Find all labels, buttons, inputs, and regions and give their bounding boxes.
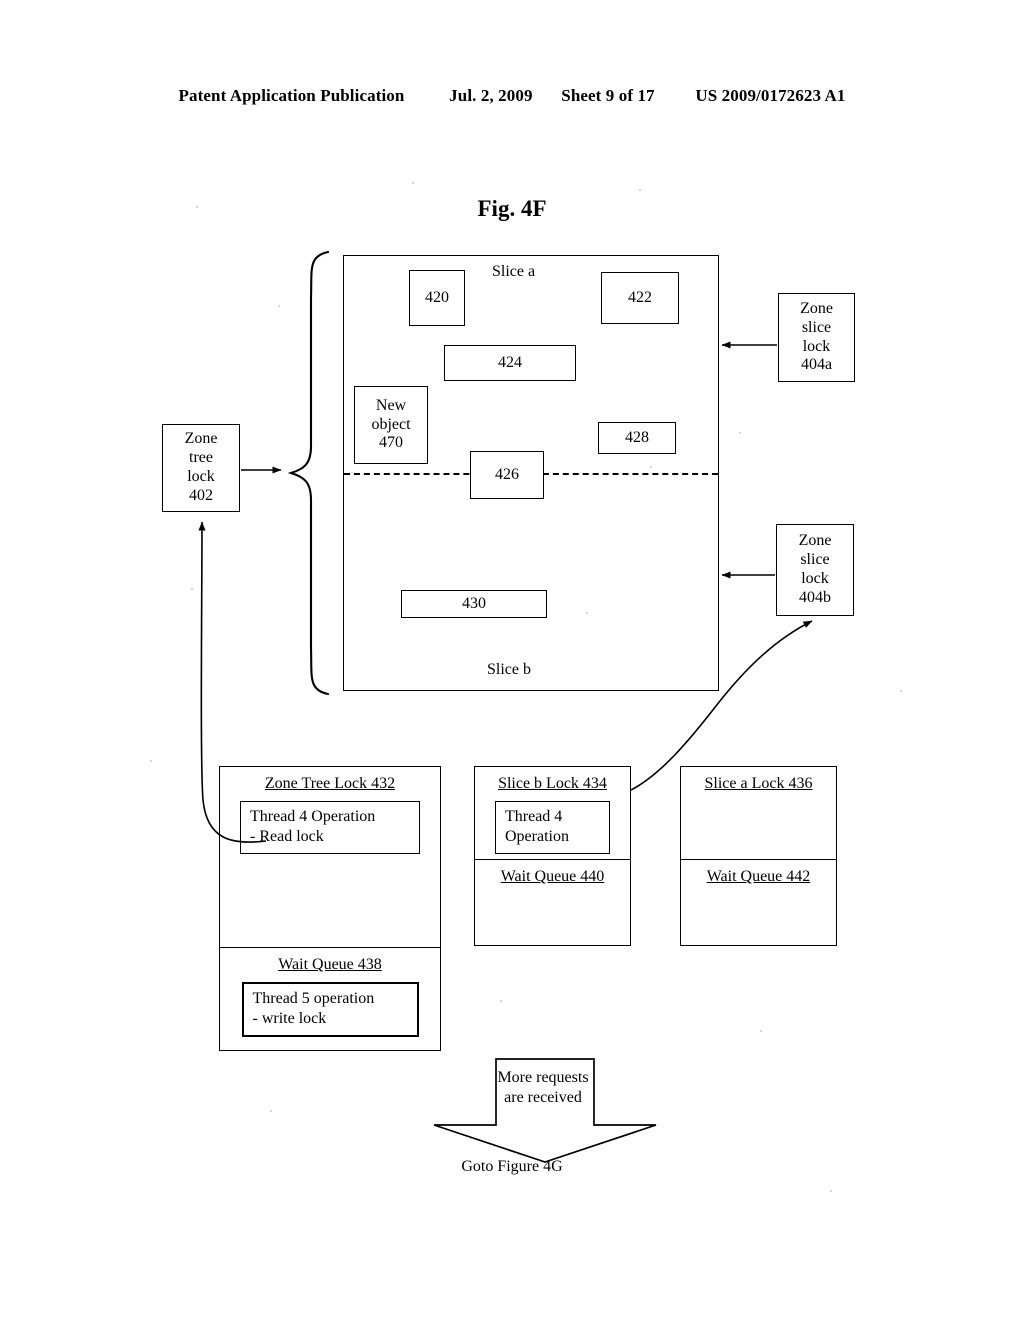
scan-speckle	[278, 305, 280, 307]
header-patent-number: US 2009/0172623 A1	[695, 86, 846, 105]
zone-slice-lock-404b-box: Zone slice lock 404b	[776, 524, 854, 616]
zone-slice-lock-a-line-4: 404a	[800, 356, 833, 374]
slice-a-lock-436-wait-queue-section: Wait Queue 442	[681, 859, 836, 947]
new-object-line-3: 470	[379, 434, 403, 452]
zone-tree-lock-432-wait-queue-section: Wait Queue 438 Thread 5 operation - writ…	[220, 947, 440, 1052]
slice-a-lock-436-holder-section: Slice a Lock 436	[681, 767, 836, 859]
slice-b-label: Slice b	[487, 661, 531, 678]
wait-queue-438-entry: Thread 5 operation - write lock	[241, 982, 419, 1038]
zone-slice-lock-404a-box: Zone slice lock 404a	[778, 293, 855, 382]
scan-speckle	[830, 1190, 832, 1192]
scan-speckle	[191, 588, 193, 590]
node-430: 430	[401, 590, 547, 618]
node-420: 420	[409, 270, 465, 326]
node-426: 426	[470, 451, 544, 499]
scan-speckle	[150, 760, 152, 762]
wait-queue-438-title: Wait Queue 438	[278, 956, 382, 973]
zone-tree-lock-line-4: 402	[189, 486, 213, 504]
header-date: Jul. 2, 2009	[449, 86, 533, 105]
scan-speckle	[196, 206, 198, 208]
goto-figure-4g-label: Goto Figure 4G	[461, 1158, 563, 1175]
scan-speckle	[900, 690, 902, 692]
zone-slice-lock-a-line-2: slice	[801, 318, 832, 336]
scan-speckle	[586, 612, 588, 614]
node-428: 428	[598, 422, 676, 454]
more-requests-line-1: More requests	[497, 1069, 589, 1086]
wait-entry-line-2: - write lock	[252, 1010, 327, 1028]
header-sheet: Sheet 9 of 17	[561, 86, 655, 105]
header-publication: Patent Application Publication	[178, 86, 405, 105]
zone-slice-lock-b-line-3: lock	[801, 570, 829, 587]
new-object-line-2: object	[371, 415, 411, 433]
zone-tree-lock-line-3: lock	[187, 468, 215, 485]
holder-line-2: - Read lock	[250, 828, 324, 846]
slice-b-lock-434-wait-queue-section: Wait Queue 440	[475, 859, 630, 947]
scan-speckle	[500, 1000, 502, 1002]
scan-speckle	[760, 1030, 762, 1032]
page-header: Patent Application Publication Jul. 2, 2…	[0, 86, 1024, 106]
slice-a-label: Slice a	[492, 263, 536, 280]
slice-b-lock-434-title: Slice b Lock 434	[498, 775, 607, 792]
zone-slice-lock-a-line-1: Zone	[800, 299, 833, 317]
new-object-line-1: New	[375, 396, 407, 414]
figure-title: Fig. 4F	[477, 196, 547, 221]
scan-speckle	[650, 466, 652, 468]
zone-tree-lock-432-table: Zone Tree Lock 432 Thread 4 Operation - …	[219, 766, 441, 1051]
new-object-470-box: New object 470	[354, 386, 428, 464]
slice-a-lock-436-title: Slice a Lock 436	[704, 775, 813, 792]
zone-tree-lock-line-2: tree	[189, 449, 213, 467]
slice-a-lock-436-table: Slice a Lock 436 Wait Queue 442	[680, 766, 837, 946]
zone-tree-lock-402-box: Zone tree lock 402	[162, 424, 240, 512]
scan-speckle	[412, 182, 414, 184]
holder-line-2: Operation	[505, 828, 569, 846]
zone-slice-lock-b-line-4: 404b	[799, 588, 831, 606]
scan-speckle	[270, 1110, 272, 1112]
zone-slice-lock-a-line-3: lock	[802, 337, 831, 355]
wait-entry-line-1: Thread 5 operation	[252, 990, 375, 1007]
scan-speckle	[739, 432, 741, 434]
slice-b-lock-434-holder-entry: Thread 4 Operation	[495, 801, 610, 855]
zone-grouping-brace	[288, 250, 330, 696]
zone-tree-lock-432-holder-entry: Thread 4 Operation - Read lock	[240, 801, 420, 855]
scan-speckle	[639, 189, 641, 191]
node-422: 422	[601, 272, 679, 324]
holder-line-1: Thread 4	[505, 808, 563, 825]
more-requests-label: More requests are received	[478, 1068, 608, 1109]
holder-line-1: Thread 4 Operation	[250, 808, 376, 825]
wait-queue-440-title: Wait Queue 440	[500, 868, 605, 885]
zone-slice-lock-b-line-1: Zone	[798, 532, 832, 550]
zone-tree-lock-432-holder-section: Zone Tree Lock 432 Thread 4 Operation - …	[220, 767, 440, 947]
more-requests-line-2: are received	[504, 1089, 582, 1107]
slice-b-lock-434-holder-section: Slice b Lock 434 Thread 4 Operation	[475, 767, 630, 859]
node-424: 424	[444, 345, 576, 381]
zone-tree-lock-432-title: Zone Tree Lock 432	[264, 775, 396, 792]
zone-tree-lock-line-1: Zone	[184, 430, 218, 448]
wait-queue-442-title: Wait Queue 442	[706, 868, 811, 885]
slice-b-lock-434-table: Slice b Lock 434 Thread 4 Operation Wait…	[474, 766, 631, 946]
zone-slice-lock-b-line-2: slice	[800, 551, 830, 569]
